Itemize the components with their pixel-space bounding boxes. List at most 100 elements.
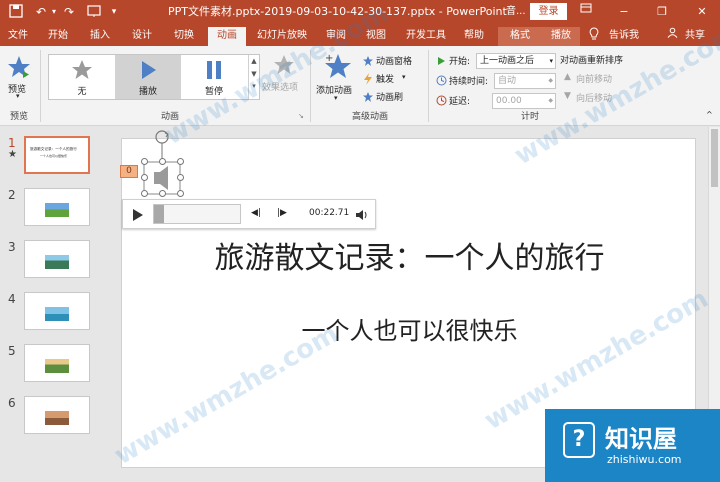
share-icon[interactable] bbox=[666, 27, 678, 46]
delay-input[interactable]: 00.00 ◆ bbox=[492, 93, 556, 109]
slide-thumbnail[interactable] bbox=[24, 188, 90, 226]
collapse-ribbon-icon[interactable]: ^ bbox=[706, 110, 713, 119]
tab-developer[interactable]: 开发工具 bbox=[402, 27, 450, 46]
resize-handle[interactable] bbox=[159, 158, 166, 165]
undo-icon[interactable]: ↶ bbox=[34, 4, 48, 20]
resize-handle[interactable] bbox=[141, 158, 148, 165]
spinner-icon[interactable]: ◆ bbox=[548, 74, 553, 88]
thumbnail-image bbox=[45, 203, 69, 217]
animation-pane-button[interactable]: 动画窗格 bbox=[362, 54, 422, 68]
slide-thumbnail[interactable]: 旅游散文记录：一个人的旅行 一个人也可以很快乐 bbox=[24, 136, 90, 174]
trigger-label: 触发 bbox=[376, 75, 395, 85]
slide-thumbnail[interactable] bbox=[24, 292, 90, 330]
customize-qat-icon[interactable]: ▾ bbox=[108, 4, 120, 20]
thumbnail-image bbox=[45, 255, 69, 269]
tab-file[interactable]: 文件 bbox=[4, 27, 32, 46]
close-button[interactable]: ✕ bbox=[690, 2, 714, 22]
tab-help[interactable]: 帮助 bbox=[460, 27, 488, 46]
thumbnail-image bbox=[45, 307, 69, 321]
undo-dropdown-icon[interactable]: ▾ bbox=[50, 4, 58, 20]
slide-number: 5 bbox=[8, 344, 16, 358]
ribbon-display-options-icon[interactable] bbox=[574, 2, 598, 22]
resize-handle[interactable] bbox=[141, 174, 148, 181]
slide-number: 4 bbox=[8, 292, 16, 306]
delay-value: 00.00 bbox=[496, 96, 522, 106]
minimize-button[interactable]: − bbox=[612, 2, 636, 22]
trigger-button[interactable]: 触发 ▾ bbox=[362, 72, 422, 86]
play-icon[interactable] bbox=[132, 208, 144, 222]
trigger-dropdown-icon: ▾ bbox=[402, 73, 406, 81]
thumbnail-image bbox=[45, 411, 69, 425]
tab-home[interactable]: 开始 bbox=[44, 27, 72, 46]
restore-button[interactable]: ❐ bbox=[650, 2, 674, 22]
volume-icon[interactable] bbox=[355, 209, 369, 221]
slide-number: 6 bbox=[8, 396, 16, 410]
start-dropdown-icon[interactable]: ▾ bbox=[549, 54, 553, 68]
login-button[interactable]: 登录 bbox=[530, 3, 567, 20]
timing-delay-label: 延迟: bbox=[449, 97, 471, 107]
animation-painter-icon bbox=[363, 92, 373, 102]
scrollbar-thumb[interactable] bbox=[711, 129, 718, 187]
tab-playback[interactable]: 播放 bbox=[542, 27, 580, 46]
animation-pane-icon bbox=[363, 56, 373, 66]
redo-icon[interactable]: ↷ bbox=[62, 4, 76, 20]
brand-domain: zhishiwu.com bbox=[607, 453, 682, 466]
thumbnail-image bbox=[45, 359, 69, 373]
seek-forward-icon[interactable]: |▶ bbox=[277, 208, 287, 218]
window-title: PPT文件素材.pptx-2019-09-03-10-42-30-137.ppt… bbox=[168, 5, 507, 18]
preview-button[interactable]: 预览 ▾ bbox=[6, 54, 34, 102]
arrow-down-icon: ▼ bbox=[564, 91, 571, 101]
seek-thumb[interactable] bbox=[154, 205, 164, 223]
seek-bar[interactable] bbox=[153, 204, 241, 224]
separator bbox=[40, 50, 41, 122]
slide-thumbnail[interactable] bbox=[24, 240, 90, 278]
slide-thumbnail[interactable] bbox=[24, 344, 90, 382]
start-triangle-icon bbox=[438, 57, 445, 65]
animation-order-tag[interactable]: 0 bbox=[120, 165, 138, 178]
reorder-title: 对动画重新排序 bbox=[560, 56, 624, 66]
timing-start-row: 开始: 上一动画之后 ▾ bbox=[436, 53, 556, 69]
resize-handle[interactable] bbox=[177, 174, 184, 181]
play-triangle-icon bbox=[142, 61, 156, 79]
spinner-icon[interactable]: ◆ bbox=[548, 94, 553, 108]
slide-number: 3 bbox=[8, 240, 16, 254]
slide-number: 1 bbox=[8, 136, 16, 150]
arrow-up-icon: ▲ bbox=[564, 72, 571, 82]
tab-transitions[interactable]: 切换 bbox=[170, 27, 198, 46]
group-label-preview: 预览 bbox=[9, 112, 28, 122]
player-time: 00:22.71 bbox=[309, 208, 350, 218]
start-from-beginning-icon[interactable] bbox=[86, 4, 102, 20]
slide-thumbnail-pane: 1 ★ 旅游散文记录：一个人的旅行 一个人也可以很快乐 2 3 4 5 6 bbox=[0, 127, 100, 482]
slide-number: 2 bbox=[8, 188, 16, 202]
account-name: 音... bbox=[506, 6, 526, 17]
tell-me-search[interactable]: 告诉我 bbox=[606, 27, 642, 46]
tab-design[interactable]: 设计 bbox=[128, 27, 156, 46]
slide-title[interactable]: 旅游散文记录：一个人的旅行 bbox=[122, 233, 697, 277]
chevron-up-icon[interactable]: ▲ bbox=[249, 57, 259, 65]
resize-handle[interactable] bbox=[159, 190, 166, 197]
resize-handle[interactable] bbox=[141, 190, 148, 197]
pause-bars-icon bbox=[207, 61, 221, 79]
tab-animations[interactable]: 动画 bbox=[208, 27, 246, 46]
save-icon[interactable] bbox=[8, 4, 24, 20]
brand-name: 知识屋 bbox=[605, 425, 677, 453]
animation-star-marker: ★ bbox=[8, 149, 17, 160]
seek-back-icon[interactable]: ◀| bbox=[251, 208, 261, 218]
animation-none[interactable]: 无 bbox=[49, 55, 115, 99]
slide-thumbnail[interactable] bbox=[24, 396, 90, 434]
animation-painter-label: 动画刷 bbox=[376, 93, 404, 103]
lightbulb-icon bbox=[588, 27, 600, 46]
animation-play[interactable]: 播放 bbox=[115, 55, 181, 99]
tab-insert[interactable]: 插入 bbox=[86, 27, 114, 46]
dialog-launcher-icon[interactable]: ↘ bbox=[298, 112, 304, 120]
animation-painter-button[interactable]: 动画刷 bbox=[362, 90, 422, 104]
start-select[interactable]: 上一动画之后 ▾ bbox=[476, 53, 556, 69]
audio-player-bar: ◀| |▶ 00:22.71 bbox=[122, 199, 376, 229]
group-label-advanced: 高级动画 bbox=[351, 112, 388, 122]
animation-none-label: 无 bbox=[77, 87, 87, 97]
tab-format[interactable]: 格式 bbox=[498, 27, 542, 46]
start-select-value: 上一动画之后 bbox=[480, 56, 535, 66]
resize-handle[interactable] bbox=[177, 190, 184, 197]
resize-handle[interactable] bbox=[177, 158, 184, 165]
duration-input[interactable]: 自动 ◆ bbox=[494, 73, 556, 89]
